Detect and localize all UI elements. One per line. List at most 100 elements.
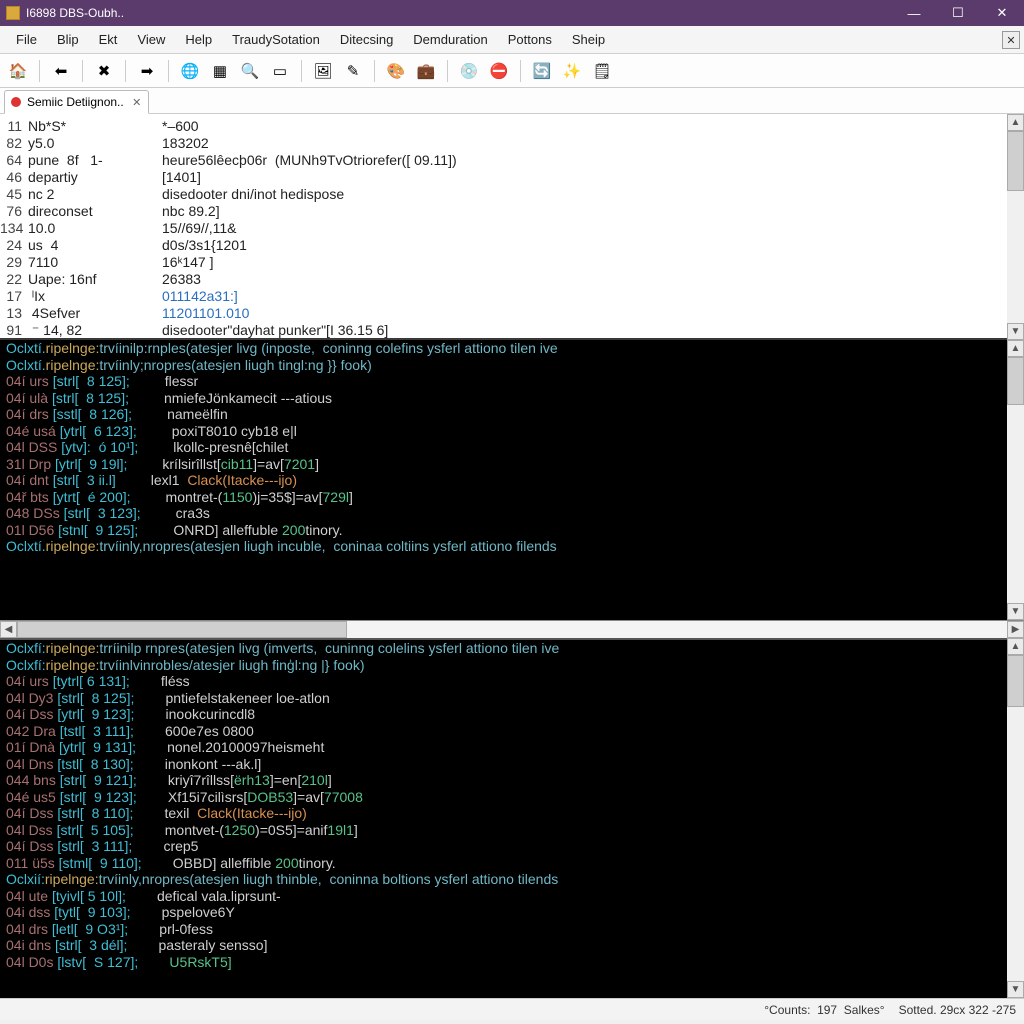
editor-row[interactable]: 13410.015//69//,11&	[0, 220, 1007, 237]
console-line: 04l Dss [strl[ 5 105]; montvet-(1250)=0S…	[0, 822, 1007, 839]
tab-close-icon[interactable]: ✕	[130, 95, 144, 109]
wand-icon[interactable]: ✨	[560, 59, 584, 83]
scroll-down-icon[interactable]: ▼	[1007, 323, 1024, 340]
console2-vscroll-thumb[interactable]	[1007, 655, 1024, 707]
hscroll-thumb[interactable]	[17, 621, 347, 638]
console2[interactable]: Oclxfí:ripelnge:trríinilp rnpres(atesjen…	[0, 638, 1007, 998]
console-segment: [strl[ 8 125];	[57, 690, 134, 706]
note-icon[interactable]: 🗒	[590, 59, 614, 83]
menu-blip[interactable]: Blip	[47, 28, 89, 51]
editor-col2: *–600	[162, 118, 1007, 135]
scroll-up-icon[interactable]: ▲	[1007, 638, 1024, 655]
editor-row[interactable]: 46departiy[1401]	[0, 169, 1007, 186]
console-segment: 04l Dy3	[6, 690, 57, 706]
menu-file[interactable]: File	[6, 28, 47, 51]
paint-icon[interactable]: 🎨	[384, 59, 408, 83]
refresh-icon[interactable]: 🔄	[530, 59, 554, 83]
image-icon[interactable]: 🖼	[311, 59, 335, 83]
console-segment: Clack(Itacke---ijo)	[187, 472, 297, 488]
globe-icon[interactable]: 🌐	[178, 59, 202, 83]
menu-view[interactable]: View	[127, 28, 175, 51]
console-segment: nonel.20100097heismeht	[136, 739, 324, 755]
console-line: 31l Drp [ytrl[ 9 19l]; krílsirîllst[cib1…	[0, 456, 1007, 473]
status-counts: °Counts: 197 Salkes°	[764, 1003, 884, 1017]
menu-pottons[interactable]: Pottons	[498, 28, 562, 51]
console1-vscrollbar[interactable]: ▲ ▼	[1007, 340, 1024, 620]
console-line: 04í Dss [strl[ 8 110]; texil Clack(Itack…	[0, 805, 1007, 822]
line-number: 46	[0, 169, 28, 186]
scroll-right-icon[interactable]: ▶	[1007, 621, 1024, 638]
maximize-button[interactable]: ☐	[936, 0, 980, 26]
forward-icon[interactable]: ➡	[135, 59, 159, 83]
console-line: Oclxií:ripelnge:trvíinly,nropres(atesjen…	[0, 871, 1007, 888]
console-segment: 04í ulà	[6, 390, 52, 406]
editor-vscroll-thumb[interactable]	[1007, 131, 1024, 191]
console-segment: 04l DSS	[6, 439, 61, 455]
scroll-down-icon[interactable]: ▼	[1007, 603, 1024, 620]
menu-ditecsing[interactable]: Ditecsing	[330, 28, 403, 51]
home-icon[interactable]: 🏠	[6, 59, 30, 83]
panel-icon[interactable]: ▦	[208, 59, 232, 83]
titlebar: I6898 DBS-Oubh.. — ☐ ✕	[0, 0, 1024, 26]
scroll-left-icon[interactable]: ◀	[0, 621, 17, 638]
back-icon[interactable]: ⬅	[49, 59, 73, 83]
console-segment: poxiT8010 cyb18 e|l	[137, 423, 297, 439]
editor-row[interactable]: 11Nb*S**–600	[0, 118, 1007, 135]
console-segment: trvíinly;nropres(atesjen liugh tingl:ng …	[99, 357, 371, 373]
menu-ekt[interactable]: Ekt	[89, 28, 128, 51]
edit-icon[interactable]: ✎	[341, 59, 365, 83]
menu-sheip[interactable]: Sheip	[562, 28, 615, 51]
console-segment: [tytl[ 9 103];	[54, 904, 130, 920]
editor-row[interactable]: 82y5.0183202	[0, 135, 1007, 152]
line-number: 24	[0, 237, 28, 254]
console-segment: trvíinly,nropres(atesjen liugh incuble, …	[99, 538, 556, 554]
console1[interactable]: Oclxtí.ripelnge:trvíinilp:rnples(atesjer…	[0, 340, 1007, 620]
editor-row[interactable]: 76direconsetnbc 89.2]	[0, 203, 1007, 220]
toolbar-separator	[447, 60, 448, 82]
scroll-down-icon[interactable]: ▼	[1007, 981, 1024, 998]
editor-row[interactable]: 29711016ᵏ147 ]	[0, 254, 1007, 271]
console-segment: ]=en[	[270, 772, 302, 788]
console-segment: tinory.	[299, 855, 336, 871]
console-segment: nmiefeJönkamecit ---atious	[129, 390, 332, 406]
console-segment: 04i dns	[6, 937, 55, 953]
editor-row[interactable]: 13 4Sefver11201101.010	[0, 305, 1007, 322]
console-segment: [letl[ 9 O3¹];	[52, 921, 128, 937]
tab-active[interactable]: Semiic Detiignon.. ✕	[4, 90, 149, 114]
console-segment: [stnl[ 9 125];	[58, 522, 138, 538]
editor[interactable]: 11Nb*S**–60082y5.018320264pune 8f 1-heur…	[0, 114, 1007, 340]
menu-help[interactable]: Help	[175, 28, 222, 51]
menubar-close-icon[interactable]: ✕	[1002, 31, 1020, 49]
console-segment: 1250	[224, 822, 255, 838]
console-segment: kriyî7rîllss[	[137, 772, 234, 788]
menu-demduration[interactable]: Demduration	[403, 28, 497, 51]
scroll-up-icon[interactable]: ▲	[1007, 340, 1024, 357]
stop-icon[interactable]: ✖	[92, 59, 116, 83]
console-segment: [ytrl[ 9 123];	[57, 706, 134, 722]
zoom-icon[interactable]: 🔍	[238, 59, 262, 83]
editor-row[interactable]: 91 ⁻ 14, 82disedooter"dayhat punker"[I 3…	[0, 322, 1007, 339]
editor-row[interactable]: 64pune 8f 1-heure56lêecþ06r (MUNh9TvOtri…	[0, 152, 1007, 169]
minimize-button[interactable]: —	[892, 0, 936, 26]
console-segment: [ytrl[ 6 123];	[60, 423, 137, 439]
editor-row[interactable]: 17 ˡIx011142a31:]	[0, 288, 1007, 305]
editor-row[interactable]: 24us 4d0s/3s1{1201	[0, 237, 1007, 254]
case-icon[interactable]: 💼	[414, 59, 438, 83]
console-segment: ]	[349, 489, 353, 505]
scroll-up-icon[interactable]: ▲	[1007, 114, 1024, 131]
console-segment: 04l D0s	[6, 954, 57, 970]
editor-col2: disedooter dni/inot hedispose	[162, 186, 1007, 203]
page-icon[interactable]: ▭	[268, 59, 292, 83]
editor-vscrollbar[interactable]: ▲ ▼	[1007, 114, 1024, 340]
console-segment: Oclxtí.	[6, 340, 46, 356]
disc-icon[interactable]: 💿	[457, 59, 481, 83]
menu-traudysotation[interactable]: TraudySotation	[222, 28, 330, 51]
hscrollbar[interactable]: ◀ ▶	[0, 620, 1024, 638]
editor-row[interactable]: 22Uape: 16nf26383	[0, 271, 1007, 288]
block-icon[interactable]: ⛔	[487, 59, 511, 83]
editor-row[interactable]: 45nc 2disedooter dni/inot hedispose	[0, 186, 1007, 203]
console1-vscroll-thumb[interactable]	[1007, 357, 1024, 405]
close-button[interactable]: ✕	[980, 0, 1024, 26]
console2-vscrollbar[interactable]: ▲ ▼	[1007, 638, 1024, 998]
line-number: 91	[0, 322, 28, 339]
